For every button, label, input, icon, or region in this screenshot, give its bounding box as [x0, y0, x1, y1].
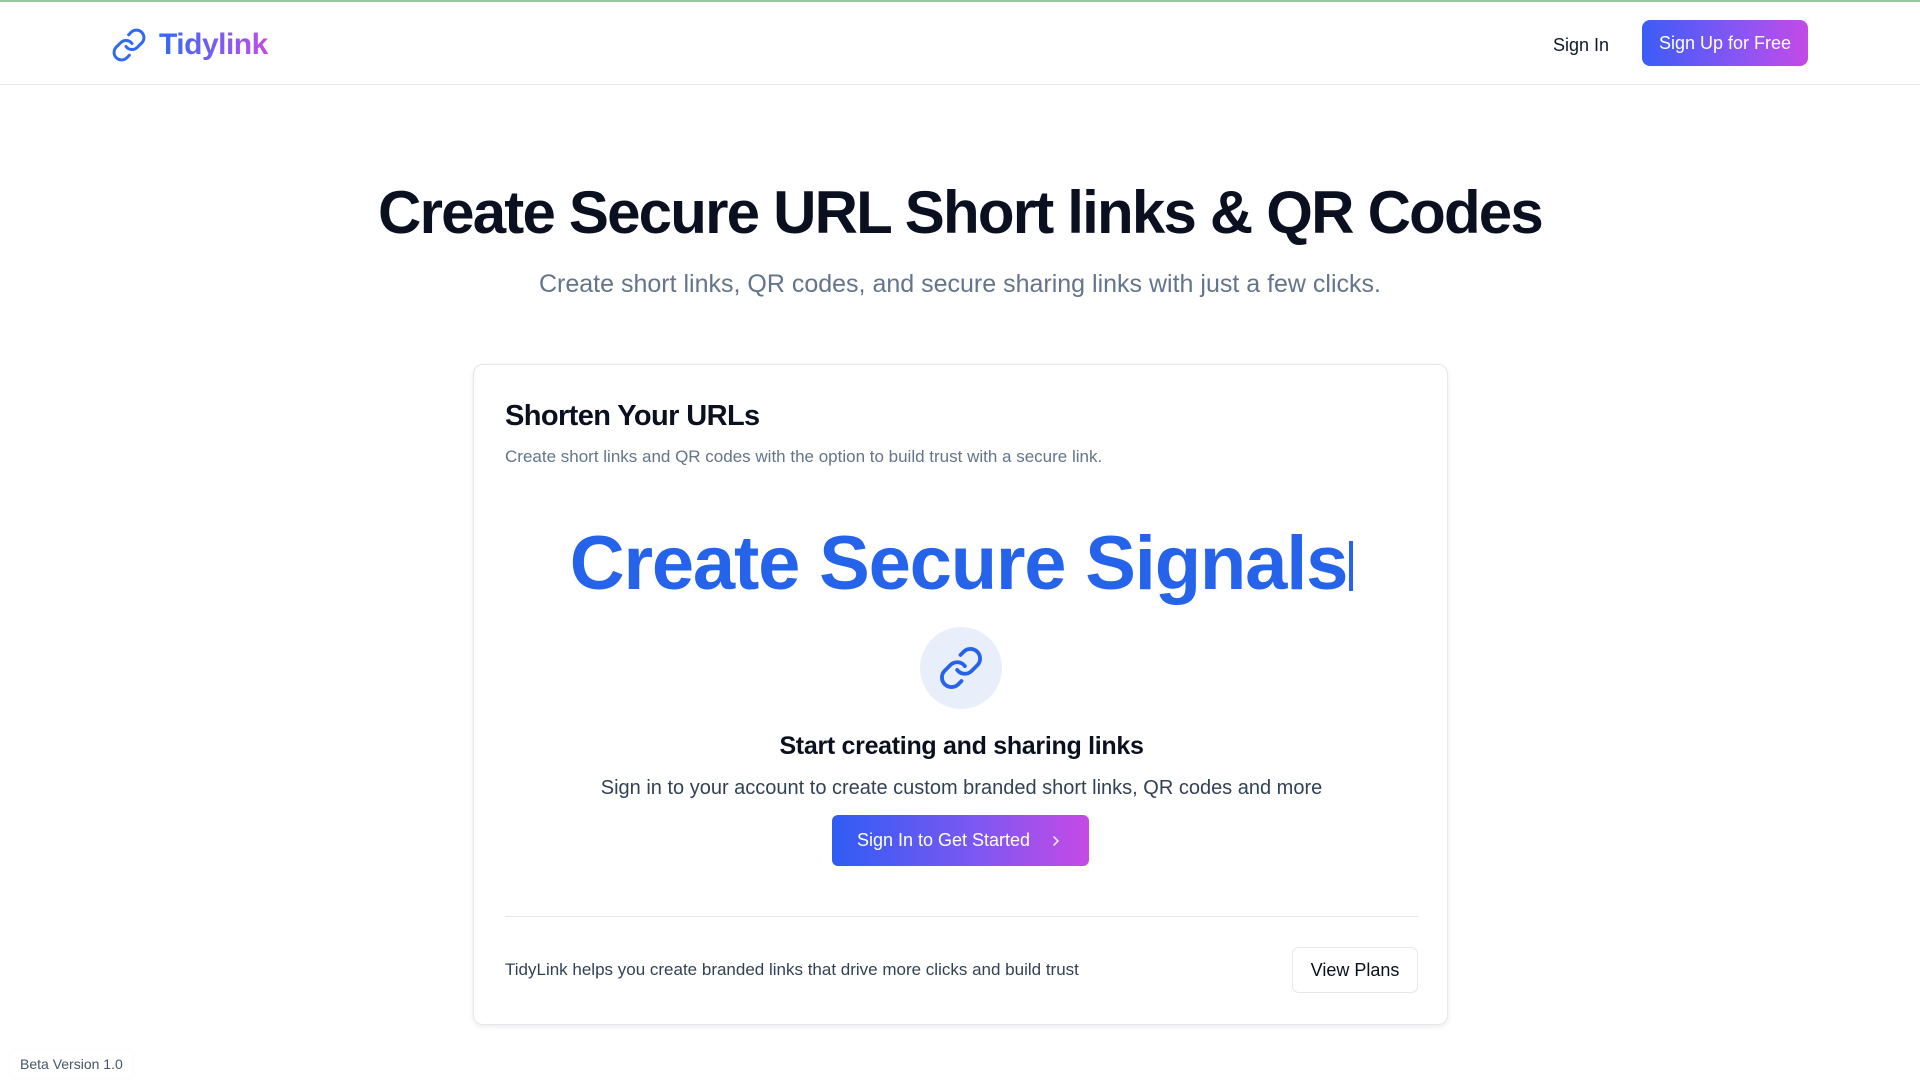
beta-version-badge: Beta Version 1.0 — [10, 1050, 133, 1078]
shorten-url-card: Shorten Your URLs Create short links and… — [473, 364, 1448, 1025]
hero-subtitle: Create short links, QR codes, and secure… — [538, 270, 1381, 298]
empty-state-icon-circle — [920, 627, 1002, 709]
link-icon — [112, 28, 146, 62]
sign-up-button[interactable]: Sign Up for Free — [1642, 20, 1808, 66]
link-icon — [940, 647, 982, 689]
chevron-right-icon — [1053, 835, 1059, 846]
empty-state-description: Sign in to your account to create custom… — [600, 777, 1323, 799]
typing-cursor — [1349, 541, 1354, 591]
empty-state-title: Start creating and sharing links — [779, 732, 1144, 760]
brand-name: Tidylink — [159, 28, 268, 61]
card-title: Shorten Your URLs — [505, 400, 760, 432]
brand-logo[interactable]: Tidylink — [111, 25, 268, 65]
cta-label: Sign In to Get Started — [856, 830, 1031, 850]
typing-headline: Create Secure Signals — [474, 520, 1449, 607]
card-divider — [505, 916, 1418, 917]
sign-in-get-started-button[interactable]: Sign In to Get Started — [832, 815, 1089, 866]
top-navbar: Tidylink Sign In Sign Up for Free — [0, 2, 1920, 85]
card-footer-text: TidyLink helps you create branded links … — [505, 960, 1079, 979]
card-description: Create short links and QR codes with the… — [505, 447, 1103, 466]
typing-text: Create Secure Signals — [569, 521, 1349, 606]
view-plans-button[interactable]: View Plans — [1292, 947, 1418, 993]
hero-title: Create Secure URL Short links & QR Codes — [378, 179, 1544, 246]
sign-in-link[interactable]: Sign In — [1553, 30, 1609, 60]
